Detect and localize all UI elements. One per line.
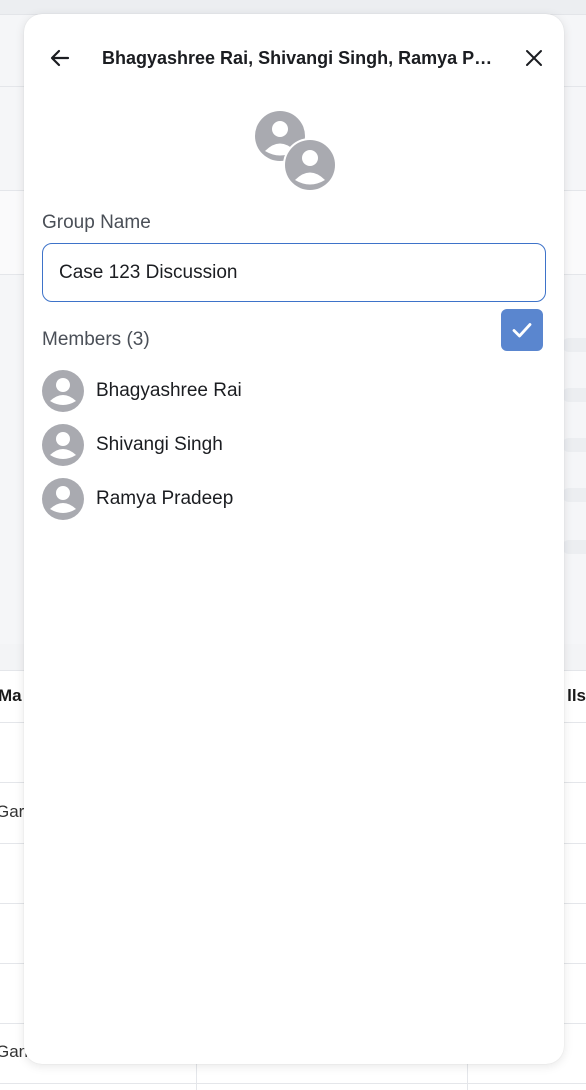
member-item: Ramya Pradeep	[42, 472, 522, 526]
panel-header: Bhagyashree Rai, Shivangi Singh, Ramya P…	[24, 34, 564, 82]
background-topbar	[0, 0, 586, 15]
background-column-header: lls	[567, 686, 586, 705]
group-name-input[interactable]	[42, 243, 546, 302]
background-pill	[562, 488, 586, 502]
back-button[interactable]	[44, 42, 76, 74]
close-icon	[526, 50, 542, 66]
member-name: Ramya Pradeep	[96, 488, 234, 509]
member-name: Shivangi Singh	[96, 434, 223, 455]
check-icon	[512, 323, 532, 338]
member-item: Bhagyashree Rai	[42, 364, 522, 418]
background-pill	[562, 338, 586, 352]
background-row-divider	[0, 1083, 586, 1084]
user-avatar-icon	[42, 478, 84, 520]
background-pill	[562, 540, 586, 554]
background-cell: Gar	[0, 802, 25, 821]
arrow-left-icon	[50, 49, 70, 67]
group-chat-details-panel: Bhagyashree Rai, Shivangi Singh, Ramya P…	[24, 14, 564, 1064]
background-column-header: Ma	[0, 686, 22, 705]
member-name: Bhagyashree Rai	[96, 380, 242, 401]
user-avatar-icon	[42, 424, 84, 466]
group-name-label: Group Name	[42, 212, 151, 233]
members-label: Members (3)	[42, 329, 150, 350]
user-avatar-icon	[42, 370, 84, 412]
background-pill	[562, 388, 586, 402]
close-button[interactable]	[518, 42, 550, 74]
save-group-name-button[interactable]	[501, 309, 543, 351]
panel-title: Bhagyashree Rai, Shivangi Singh, Ramya P…	[102, 48, 498, 68]
background-column-divider	[196, 1064, 197, 1090]
background-column-divider	[467, 1064, 468, 1090]
background-pill	[562, 438, 586, 452]
group-users-icon	[252, 110, 338, 196]
members-list: Bhagyashree Rai Shivangi Singh Ramya Pra…	[42, 364, 522, 526]
member-item: Shivangi Singh	[42, 418, 522, 472]
